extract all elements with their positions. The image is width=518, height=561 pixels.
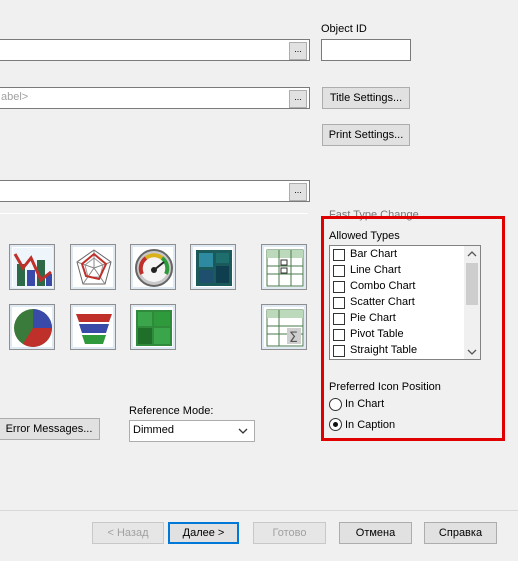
checkbox[interactable] xyxy=(333,249,345,261)
in-caption-radio[interactable] xyxy=(329,418,342,431)
label-field[interactable]: abel> ... xyxy=(0,87,310,109)
browse-button-3[interactable]: ... xyxy=(289,183,307,201)
scroll-up-icon[interactable] xyxy=(467,249,477,261)
pivot-table-icon[interactable] xyxy=(261,244,307,290)
scrollbar[interactable] xyxy=(464,246,480,359)
finish-button[interactable]: Готово xyxy=(253,522,326,544)
checkbox[interactable] xyxy=(333,345,345,357)
mekko-chart-icon[interactable] xyxy=(130,304,176,350)
allowed-types-list[interactable]: Bar Chart Line Chart Combo Chart Scatter… xyxy=(329,245,481,360)
in-chart-radio[interactable] xyxy=(329,398,342,411)
list-item-label: Bar Chart xyxy=(350,248,398,260)
block-chart-icon[interactable] xyxy=(190,244,236,290)
label-field-text: abel> xyxy=(1,91,29,103)
allowed-types-label: Allowed Types xyxy=(329,230,400,242)
scroll-down-icon[interactable] xyxy=(467,347,477,359)
object-id-label: Object ID xyxy=(321,23,367,35)
browse-button-1[interactable]: ... xyxy=(289,42,307,60)
next-button[interactable]: Далее > xyxy=(168,522,239,544)
in-chart-label: In Chart xyxy=(345,398,385,410)
checkbox[interactable] xyxy=(333,265,345,277)
checkbox[interactable] xyxy=(333,297,345,309)
svg-text:Σ: Σ xyxy=(289,330,298,346)
straight-table-icon[interactable]: Σ xyxy=(261,304,307,350)
title-settings-button[interactable]: Title Settings... xyxy=(322,87,410,109)
list-item-label: Straight Table xyxy=(350,344,418,356)
list-item-label: Combo Chart xyxy=(350,280,416,292)
back-button[interactable]: < Назад xyxy=(92,522,164,544)
gauge-chart-icon[interactable] xyxy=(130,244,176,290)
list-item-label: Pie Chart xyxy=(350,312,396,324)
list-item-label: Scatter Chart xyxy=(350,296,415,308)
checkbox[interactable] xyxy=(333,329,345,341)
list-item-label: Pivot Table xyxy=(350,328,404,340)
divider xyxy=(0,510,518,511)
checkbox[interactable] xyxy=(333,281,345,293)
combo-chart-icon[interactable] xyxy=(9,244,55,290)
scroll-thumb[interactable] xyxy=(466,263,478,305)
chevron-down-icon xyxy=(236,422,250,440)
radar-chart-icon[interactable] xyxy=(70,244,116,290)
reference-mode-label: Reference Mode: xyxy=(129,405,214,417)
reference-mode-select[interactable]: Dimmed xyxy=(129,420,255,442)
reference-mode-value: Dimmed xyxy=(133,424,174,436)
preferred-icon-position-label: Preferred Icon Position xyxy=(329,381,441,393)
list-item-label: Line Chart xyxy=(350,264,401,276)
top-text-field[interactable]: ... xyxy=(0,39,310,61)
error-messages-button[interactable]: Error Messages... xyxy=(0,418,100,440)
checkbox[interactable] xyxy=(333,313,345,325)
help-button[interactable]: Справка xyxy=(424,522,497,544)
funnel-chart-icon[interactable] xyxy=(70,304,116,350)
cancel-button[interactable]: Отмена xyxy=(339,522,412,544)
browse-button-2[interactable]: ... xyxy=(289,90,307,108)
pie-chart-icon[interactable] xyxy=(9,304,55,350)
expression-field[interactable]: ... xyxy=(0,180,310,202)
object-id-input[interactable] xyxy=(321,39,411,61)
in-caption-label: In Caption xyxy=(345,419,396,431)
print-settings-button[interactable]: Print Settings... xyxy=(322,124,410,146)
